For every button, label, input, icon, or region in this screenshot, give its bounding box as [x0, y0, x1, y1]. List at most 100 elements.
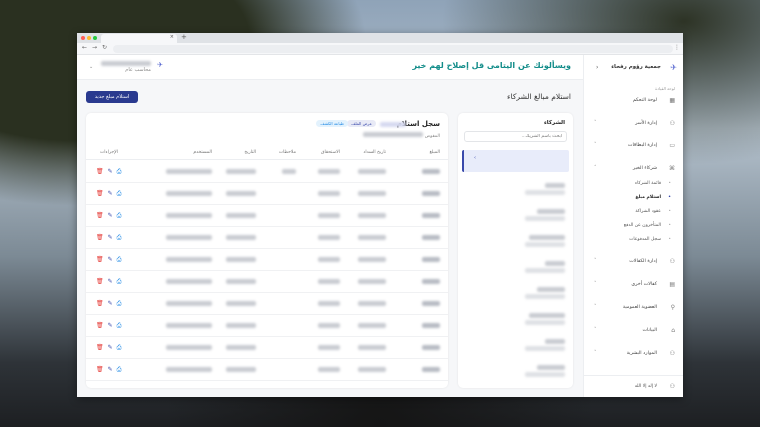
- reload-icon[interactable]: ↻: [102, 44, 107, 51]
- partner-name: [537, 209, 565, 214]
- delete-icon[interactable]: 🗑: [96, 234, 104, 241]
- table-cell: [226, 213, 256, 218]
- print-icon[interactable]: ⎙: [117, 190, 122, 197]
- close-tab-icon[interactable]: ×: [170, 34, 174, 40]
- partner-meta: [525, 268, 565, 273]
- close-window-button[interactable]: [81, 36, 85, 40]
- edit-icon[interactable]: ✎: [108, 300, 113, 307]
- sidebar-subitem[interactable]: • المتأخرون عن الدفع: [624, 223, 671, 228]
- partner-item[interactable]: [505, 339, 565, 353]
- print-icon[interactable]: ⎙: [117, 256, 122, 263]
- table-row: ⎙ ✎ 🗑: [86, 271, 448, 293]
- edit-icon[interactable]: ✎: [108, 322, 113, 329]
- minimize-window-button[interactable]: [87, 36, 91, 40]
- partner-item-selected[interactable]: ‹: [462, 150, 569, 172]
- edit-icon[interactable]: ✎: [108, 190, 113, 197]
- print-icon[interactable]: ⎙: [117, 322, 122, 329]
- print-icon[interactable]: ⎙: [117, 212, 122, 219]
- partner-item[interactable]: [505, 183, 565, 197]
- sidebar-item[interactable]: ⚇ إدارة الكفالات ˅: [594, 258, 675, 268]
- delete-icon[interactable]: 🗑: [96, 256, 104, 263]
- sidebar-item[interactable]: ⚇ إدارة الأسر ˅: [594, 120, 675, 130]
- back-icon[interactable]: ←: [82, 44, 87, 51]
- view-file-badge[interactable]: عرض الملف: [347, 120, 376, 127]
- sidebar-item[interactable]: ⚲ العضوية العمومية ˅: [594, 304, 675, 314]
- chevron-down-icon: ˅: [594, 258, 597, 264]
- menu-icon[interactable]: ⋮: [674, 44, 680, 51]
- edit-icon[interactable]: ✎: [108, 212, 113, 219]
- table-cell: [318, 279, 340, 284]
- sidebar-item-label: لوحة التحكم: [632, 98, 657, 103]
- print-icon[interactable]: ⎙: [117, 344, 122, 351]
- maximize-window-button[interactable]: [93, 36, 97, 40]
- delete-icon[interactable]: 🗑: [96, 212, 104, 219]
- delete-icon[interactable]: 🗑: [96, 322, 104, 329]
- print-icon[interactable]: ⎙: [117, 300, 122, 307]
- print-statement-badge[interactable]: طباعة الكشف: [316, 120, 348, 127]
- row-actions: ⎙ ✎ 🗑: [96, 168, 125, 176]
- collapse-sidebar-button[interactable]: ‹: [596, 64, 598, 71]
- sidebar-item-label: إدارة الكفالات: [629, 259, 657, 264]
- partner-item[interactable]: [505, 287, 565, 301]
- main-area: ويسألونك عن اليتامى قل إصلاح لهم خير ✈ م…: [77, 55, 583, 397]
- new-receipt-button[interactable]: استلام مبلغ جديد: [86, 91, 138, 103]
- browser-tab[interactable]: ×: [101, 34, 177, 43]
- delete-icon[interactable]: 🗑: [96, 168, 104, 175]
- partner-item[interactable]: [505, 365, 565, 379]
- delete-icon[interactable]: 🗑: [96, 278, 104, 285]
- delete-icon[interactable]: 🗑: [96, 344, 104, 351]
- table-cell: [318, 323, 340, 328]
- table-row: ⎙ ✎ 🗑: [86, 227, 448, 249]
- forward-icon[interactable]: →: [92, 44, 97, 51]
- sidebar-item-label: العضوية العمومية: [622, 305, 657, 310]
- sidebar-item[interactable]: ▭ إدارة البطاقات ˅: [594, 142, 675, 152]
- partner-meta: [525, 216, 565, 221]
- edit-icon[interactable]: ✎: [108, 168, 113, 175]
- table-cell: [282, 169, 296, 174]
- partner-item[interactable]: [505, 313, 565, 327]
- partners-title: الشركاء: [543, 120, 565, 126]
- table-cell: [166, 235, 212, 240]
- partner-item[interactable]: [505, 261, 565, 275]
- sidebar-subitem[interactable]: • قائمة الشركاء: [635, 181, 671, 186]
- sidebar-item[interactable]: ▤ كفالات أخرى ˅: [594, 281, 675, 291]
- edit-icon[interactable]: ✎: [108, 234, 113, 241]
- partner-name: [380, 122, 406, 127]
- delete-icon[interactable]: 🗑: [96, 190, 104, 197]
- delete-icon[interactable]: 🗑: [96, 366, 104, 373]
- sidebar-subitem[interactable]: • سجل المدفوعات: [629, 237, 671, 242]
- row-actions: ⎙ ✎ 🗑: [96, 212, 125, 220]
- delete-icon[interactable]: 🗑: [96, 300, 104, 307]
- sidebar-item[interactable]: ▦ لوحة التحكم: [594, 97, 675, 107]
- users-icon: ⚇: [669, 350, 675, 357]
- partner-search-input[interactable]: [464, 131, 567, 142]
- partner-name: [545, 339, 565, 344]
- partner-item[interactable]: [505, 209, 565, 223]
- table-cell: [358, 191, 386, 196]
- sidebar-item[interactable]: ⌘ شركاء الخير ˄: [594, 165, 675, 175]
- sidebar-item[interactable]: ⌂ البيانات ˅: [594, 327, 675, 337]
- sidebar-subitem[interactable]: • استلام مبلغ: [635, 195, 671, 200]
- sidebar-subitem[interactable]: • عقود الشراكة: [635, 209, 671, 214]
- edit-icon[interactable]: ✎: [108, 278, 113, 285]
- print-icon[interactable]: ⎙: [117, 278, 122, 285]
- sidebar-item[interactable]: ⚇ الموارد البشرية ˅: [594, 350, 675, 360]
- table-cell: [358, 301, 386, 306]
- browser-window: × + ← → ↻ ⋮ ويسألونك عن اليتامى قل إصلاح…: [77, 33, 683, 397]
- edit-icon[interactable]: ✎: [108, 366, 113, 373]
- partner-name: [529, 235, 565, 240]
- partner-item[interactable]: [505, 235, 565, 249]
- tab-bar: × +: [77, 33, 683, 43]
- sidebar-item-label: كفالات أخرى: [631, 282, 657, 287]
- print-icon[interactable]: ⎙: [117, 168, 122, 175]
- new-tab-button[interactable]: +: [181, 33, 187, 41]
- table-cell: [166, 169, 212, 174]
- print-icon[interactable]: ⎙: [117, 366, 122, 373]
- table-cell: [166, 213, 212, 218]
- partner-name: [545, 261, 565, 266]
- edit-icon[interactable]: ✎: [108, 256, 113, 263]
- print-icon[interactable]: ⎙: [117, 234, 122, 241]
- edit-icon[interactable]: ✎: [108, 344, 113, 351]
- delegate-label: المفوض: [424, 134, 440, 139]
- url-input[interactable]: [113, 45, 673, 53]
